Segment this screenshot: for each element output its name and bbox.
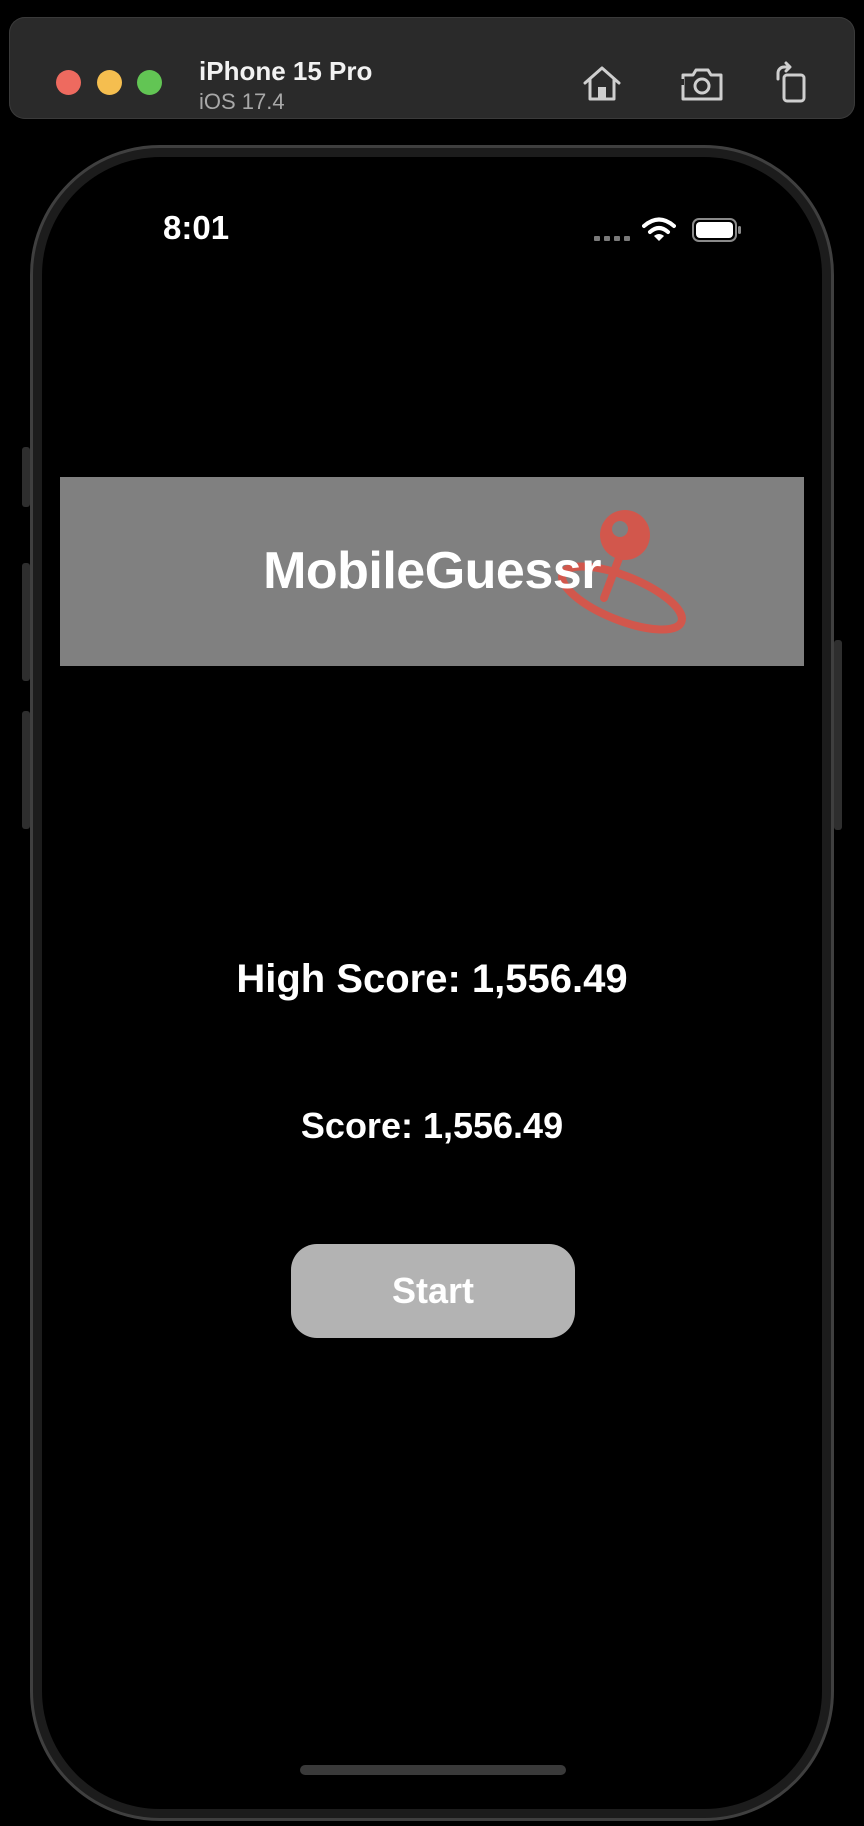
close-window-button[interactable] <box>56 70 81 95</box>
home-button[interactable] <box>579 61 625 107</box>
screenshot-icon <box>680 68 723 101</box>
zoom-window-button[interactable] <box>137 70 162 95</box>
simulator-window: iPhone 15 Pro iOS 17.4 8:01 MobileGuessr… <box>0 0 864 1826</box>
start-button[interactable]: Start <box>291 1244 575 1338</box>
volume-up-button <box>22 563 30 681</box>
title-banner: MobileGuessr <box>60 477 804 666</box>
phone-screen: 8:01 MobileGuessr High Score: 1,556.49 S… <box>42 157 822 1809</box>
rotate-icon <box>776 61 806 103</box>
screenshot-button[interactable] <box>679 61 725 107</box>
score-label: Score: 1,556.49 <box>300 1105 564 1146</box>
device-os-version: iOS 17.4 <box>199 89 285 114</box>
power-button <box>834 640 842 830</box>
status-time: 8:01 <box>163 209 230 246</box>
home-icon <box>583 66 621 101</box>
rotate-button[interactable] <box>769 61 815 107</box>
home-indicator[interactable] <box>300 1765 566 1775</box>
minimize-window-button[interactable] <box>97 70 122 95</box>
cellular-dots-icon <box>594 236 634 241</box>
simulator-toolbar: iPhone 15 Pro iOS 17.4 <box>9 17 855 119</box>
app-title: MobileGuessr <box>263 542 601 600</box>
device-name: iPhone 15 Pro <box>199 56 373 86</box>
wifi-icon <box>642 217 676 241</box>
battery-icon <box>692 218 741 242</box>
action-button <box>22 447 30 507</box>
high-score-label: High Score: 1,556.49 <box>236 957 628 1001</box>
volume-down-button <box>22 711 30 829</box>
